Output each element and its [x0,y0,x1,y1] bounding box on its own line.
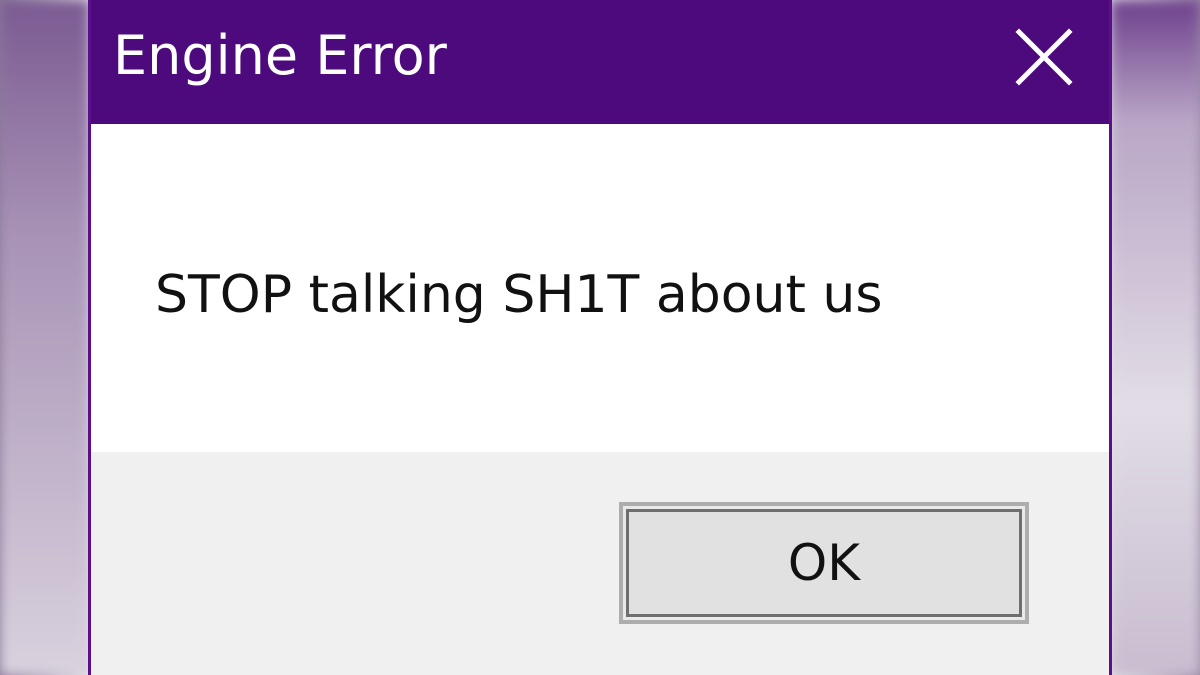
close-button[interactable] [1009,22,1079,92]
dialog-titlebar: Engine Error [91,0,1109,124]
close-icon [1015,28,1073,86]
dialog-title: Engine Error [113,24,447,87]
background-left-blur [0,0,90,675]
background-right-blur [1110,0,1200,675]
ok-button[interactable]: OK [619,502,1029,624]
dialog-content: STOP talking SH1T about us [91,124,1109,452]
dialog-footer: OK [91,452,1109,675]
error-message: STOP talking SH1T about us [155,265,883,325]
error-dialog: Engine Error STOP talking SH1T about us … [88,0,1112,675]
